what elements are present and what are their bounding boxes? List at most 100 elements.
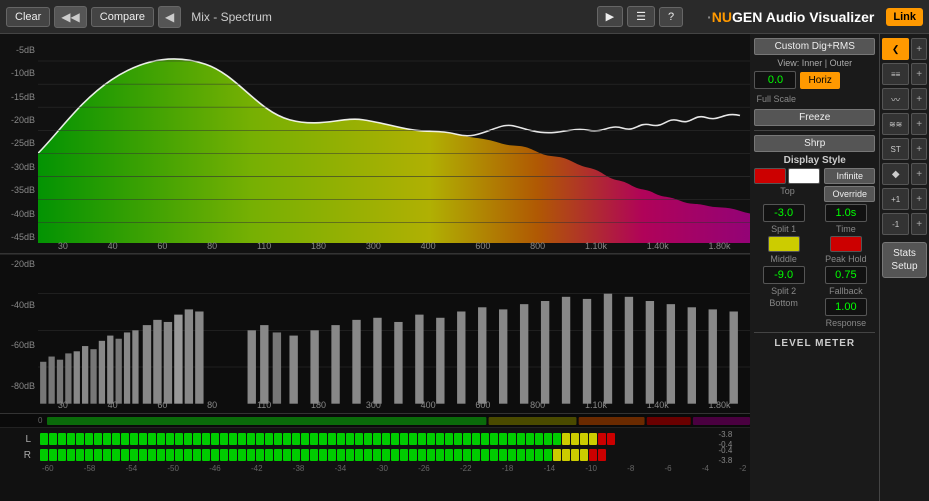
level-meter-label: LEVEL METER [774,338,855,349]
bars-section: -20dB -40dB -60dB -80dB [0,254,750,414]
lines-display-icon[interactable]: ≋≋ [882,113,909,135]
meter-l-segments [40,433,710,445]
view-label: View: Inner | Outer [777,58,852,68]
diamond-display-icon[interactable]: ◆ [882,163,909,185]
infinite-button[interactable]: Infinite [824,168,875,184]
icon-row-6: ◆ + [882,163,927,185]
left-content: -5dB -10dB -15dB -20dB -25dB -30dB -35dB… [0,34,750,501]
split2-row: -9.0 Split 2 0.75 Fallback [754,266,875,296]
db-label-7: -35dB [0,185,38,195]
spectrum-freq-labels: 30 40 60 80 110 180 300 400 600 800 1.10… [38,239,750,253]
spectrum-svg [38,38,750,243]
link-button[interactable]: Link [886,8,923,26]
divider-2 [754,332,875,333]
bars-db-labels-top: -20dB -40dB -60dB -80dB [0,255,38,395]
split1-label: Split 1 [771,224,796,234]
right-controls: Custom Dig+RMS View: Inner | Outer 0.0 H… [750,34,929,501]
plus-icon-6[interactable]: + [911,163,927,185]
progress-zero: 0 [38,416,42,426]
plusminus-display-icon[interactable]: +1 [882,188,909,210]
meter-row-l: L [0,432,746,446]
full-scale-row: 0.0 Horiz [754,71,875,89]
bars-db-2: -40dB [0,300,38,310]
compare-button[interactable]: Compare [91,7,154,27]
clear-button[interactable]: Clear [6,7,50,27]
bars-display-icon[interactable]: ≡≡ [882,63,909,85]
custom-dig-rms-button[interactable]: Custom Dig+RMS [754,38,875,55]
top-bar: Clear ◀◀ Compare ◀ Mix - Spectrum ▶ ☰ ? … [0,0,929,34]
meter-top-val: -3.8 [718,430,746,439]
icon-row-3: 〰 + [882,88,927,110]
level-meters-area: L [0,428,750,501]
meter-r-value: -0.4 [718,446,746,455]
spectrum-area: -5dB -10dB -15dB -20dB -25dB -30dB -35dB… [0,34,750,254]
icon-row-7: +1 + [882,188,927,210]
db-label-8: -40dB [0,209,38,219]
shrp-button[interactable]: Shrp [754,135,875,152]
brand-label: ·NUGEN Audio Visualizer [707,9,874,25]
meter-r-label: R [24,450,31,461]
meter-l-label: L [25,434,31,445]
plus-icon-1[interactable]: + [911,38,927,60]
bars-db-4: -80dB [0,381,38,391]
st-display-icon[interactable]: ST [882,138,909,160]
split2-value[interactable]: -9.0 [763,266,805,284]
horiz-button[interactable]: Horiz [800,72,839,89]
middle-row: Middle Peak Hold [754,236,875,264]
time-label: Time [836,224,856,234]
play-button[interactable]: ▶ [597,6,623,27]
split1-value[interactable]: -3.0 [763,204,805,222]
icon-strip: ❮ + ≡≡ + 〰 + ≋≋ + ST + ◆ + [879,34,929,501]
split2-label: Split 2 [771,286,796,296]
fallback-value[interactable]: 0.75 [825,266,867,284]
view-label-area: View: Inner | Outer [754,57,875,69]
full-scale-label: Full Scale [756,94,796,104]
peak-color-swatch[interactable] [830,236,862,252]
top-color-swatch[interactable] [754,168,786,184]
back-button[interactable]: ◀◀ [54,6,86,28]
db-label-9: -45dB [0,232,38,242]
list-button[interactable]: ☰ [627,6,655,27]
top-swatches [754,168,820,184]
chevron-left-icon[interactable]: ❮ [882,38,909,60]
override-button[interactable]: Override [824,186,875,202]
prev-button[interactable]: ◀ [158,6,181,28]
waveform-display-icon[interactable]: 〰 [882,88,909,110]
bars-db-1: -20dB [0,259,38,269]
controls-main: Custom Dig+RMS View: Inner | Outer 0.0 H… [750,34,879,501]
peak-hold-label: Peak Hold [825,254,867,264]
db-label-5: -25dB [0,138,38,148]
time-value[interactable]: 1.0s [825,204,867,222]
minusplus-display-icon[interactable]: -1 [882,213,909,235]
bars-db-3: -60dB [0,340,38,350]
response-label: Response [826,318,867,328]
stats-setup-button[interactable]: StatsSetup [882,242,927,278]
middle-color-swatch[interactable] [768,236,800,252]
bars-freq-labels: 30 40 60 80 110 180 300 400 600 800 1.10… [38,397,750,413]
plus-icon-4[interactable]: + [911,113,927,135]
top-color2-swatch[interactable] [788,168,820,184]
plus-icon-7[interactable]: + [911,188,927,210]
plus-icon-3[interactable]: + [911,88,927,110]
plus-icon-5[interactable]: + [911,138,927,160]
db-scale: -60 -58 -54 -50 -46 -42 -38 -34 -30 -26 … [0,464,746,473]
db-label-6: -30dB [0,162,38,172]
meter-r-segments [40,449,710,461]
freeze-button[interactable]: Freeze [754,109,875,126]
plus-icon-2[interactable]: + [911,63,927,85]
plus-icon-8[interactable]: + [911,213,927,235]
icon-row-5: ST + [882,138,927,160]
help-button[interactable]: ? [659,7,683,27]
response-value[interactable]: 1.00 [825,298,867,316]
icon-row-2: ≡≡ + [882,63,927,85]
full-scale-value[interactable]: 0.0 [754,71,796,89]
bars-svg [38,257,750,404]
main-layout: -5dB -10dB -15dB -20dB -25dB -30dB -35dB… [0,34,929,501]
progress-svg [47,416,750,426]
freq-progress-bar: 0 [38,416,750,426]
top-label: Top [780,186,795,196]
db-label-2: -10dB [0,68,38,78]
db-label-3: -15dB [0,92,38,102]
fallback-label: Fallback [829,286,863,296]
middle-label: Middle [770,254,797,264]
